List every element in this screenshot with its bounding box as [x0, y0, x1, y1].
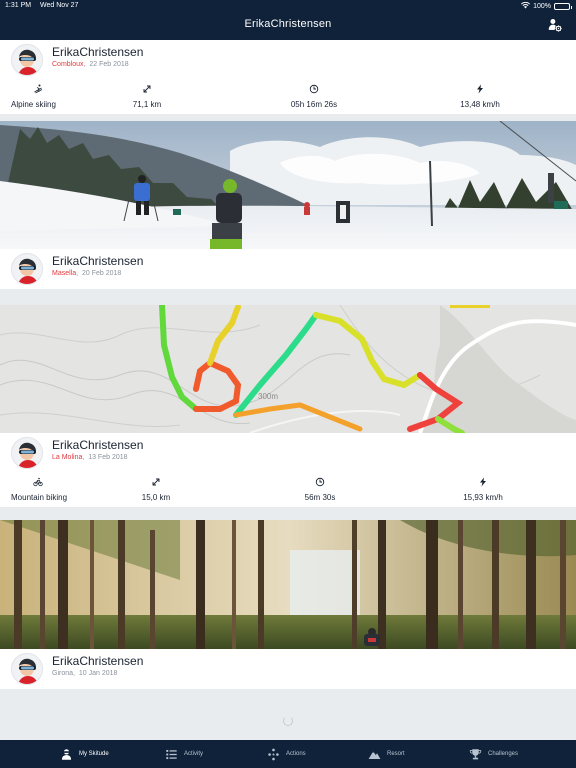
feed-card-header[interactable]: ErikaChristensen La Molina, 13 Feb 2018	[0, 433, 576, 473]
user-name[interactable]: ErikaChristensen	[52, 254, 143, 268]
activity-date: 20 Feb 2018	[81, 270, 122, 277]
tab-actions[interactable]: Actions	[267, 740, 306, 768]
lightning-icon	[480, 477, 486, 487]
activity-location[interactable]: La Molina	[52, 454, 82, 461]
activity-location[interactable]: Girona	[52, 670, 73, 677]
status-bar: 1:31 PM Wed Nov 27 100%	[0, 0, 576, 12]
activity-photo-ski-slope[interactable]	[0, 121, 576, 249]
user-name[interactable]: ErikaChristensen	[52, 45, 143, 59]
tab-label: Activity	[184, 751, 204, 757]
activity-stats[interactable]: Mountain biking 15,0 km 56m 30s 15,93 km…	[0, 473, 576, 507]
user-name[interactable]: ErikaChristensen	[52, 654, 143, 668]
status-time: 1:31 PM	[5, 2, 32, 9]
loading-spinner-icon	[283, 716, 293, 726]
activity-feed[interactable]: ErikaChristensen Combloux, 22 Feb 2018 A…	[0, 40, 576, 739]
activity-date: 13 Feb 2018	[88, 454, 128, 461]
page-title: ErikaChristensen	[244, 18, 332, 30]
stat-duration: 56m 30s	[265, 473, 375, 502]
tab-bar: My Skitude Activity Actions Resort Chall…	[0, 740, 576, 768]
clock-icon	[315, 477, 325, 487]
wifi-icon	[521, 1, 531, 11]
clock-icon	[309, 84, 319, 94]
profile-settings-icon[interactable]	[548, 18, 562, 32]
stat-distance-value: 71,1 km	[132, 100, 162, 109]
feed-card-header[interactable]: ErikaChristensen Combloux, 22 Feb 2018	[0, 40, 576, 80]
stat-activity-label: Mountain biking	[11, 493, 68, 502]
tab-label: Resort	[387, 751, 405, 757]
stat-speed-value: 13,48 km/h	[460, 100, 500, 109]
lightning-icon	[477, 84, 483, 94]
stat-speed: 15,93 km/h	[428, 473, 538, 502]
stat-duration: 05h 16m 26s	[259, 80, 369, 109]
trophy-icon	[469, 748, 482, 759]
profile-icon	[61, 748, 72, 760]
distance-icon	[143, 85, 151, 93]
stat-distance: 71,1 km	[92, 80, 202, 109]
tab-resort[interactable]: Resort	[368, 740, 405, 768]
activity-route-map[interactable]: 300m	[0, 305, 576, 433]
feed-card-header[interactable]: ErikaChristensen Girona, 10 Jan 2018	[0, 649, 576, 689]
activity-date: 10 Jan 2018	[78, 670, 118, 677]
tab-label: Actions	[286, 751, 306, 757]
stat-duration-value: 56m 30s	[304, 493, 336, 502]
avatar[interactable]	[11, 253, 43, 285]
status-date: Wed Nov 27	[40, 2, 79, 9]
avatar[interactable]	[11, 437, 43, 469]
skiing-icon	[34, 84, 43, 94]
map-scale-label: 300m	[258, 392, 278, 401]
stat-distance-value: 15,0 km	[141, 493, 171, 502]
activity-meta: Girona, 10 Jan 2018	[52, 670, 118, 677]
activity-stats[interactable]: Alpine skiing 71,1 km 05h 16m 26s 13,48 …	[0, 80, 576, 114]
battery-icon	[554, 3, 572, 10]
tab-challenges[interactable]: Challenges	[469, 740, 518, 768]
tab-label: My Skitude	[79, 751, 109, 757]
list-icon	[166, 749, 177, 759]
dots-icon	[268, 748, 279, 760]
activity-location[interactable]: Combloux	[52, 61, 84, 68]
stat-duration-value: 05h 16m 26s	[290, 100, 338, 109]
user-name[interactable]: ErikaChristensen	[52, 438, 143, 452]
tab-label: Challenges	[488, 751, 519, 757]
mountain-icon	[368, 750, 381, 759]
activity-meta: Masella, 20 Feb 2018	[52, 270, 122, 277]
stat-speed: 13,48 km/h	[425, 80, 535, 109]
activity-location[interactable]: Masella	[52, 270, 76, 277]
feed-card-header[interactable]: ErikaChristensen Masella, 20 Feb 2018	[0, 249, 576, 289]
stat-speed-value: 15,93 km/h	[463, 493, 503, 502]
activity-date: 22 Feb 2018	[89, 61, 129, 68]
tab-my-skitude[interactable]: My Skitude	[60, 740, 109, 768]
activity-meta: Combloux, 22 Feb 2018	[52, 61, 129, 68]
stat-activity-type: Mountain biking	[11, 473, 111, 502]
battery-percent: 100%	[533, 3, 551, 10]
navigation-bar: ErikaChristensen	[0, 12, 576, 40]
tab-activity[interactable]: Activity	[165, 740, 203, 768]
avatar[interactable]	[11, 653, 43, 685]
stat-distance: 15,0 km	[101, 473, 211, 502]
activity-photo-forest[interactable]	[0, 520, 576, 649]
bike-icon	[33, 477, 43, 487]
distance-icon	[152, 478, 160, 486]
avatar[interactable]	[11, 44, 43, 76]
activity-meta: La Molina, 13 Feb 2018	[52, 454, 128, 461]
